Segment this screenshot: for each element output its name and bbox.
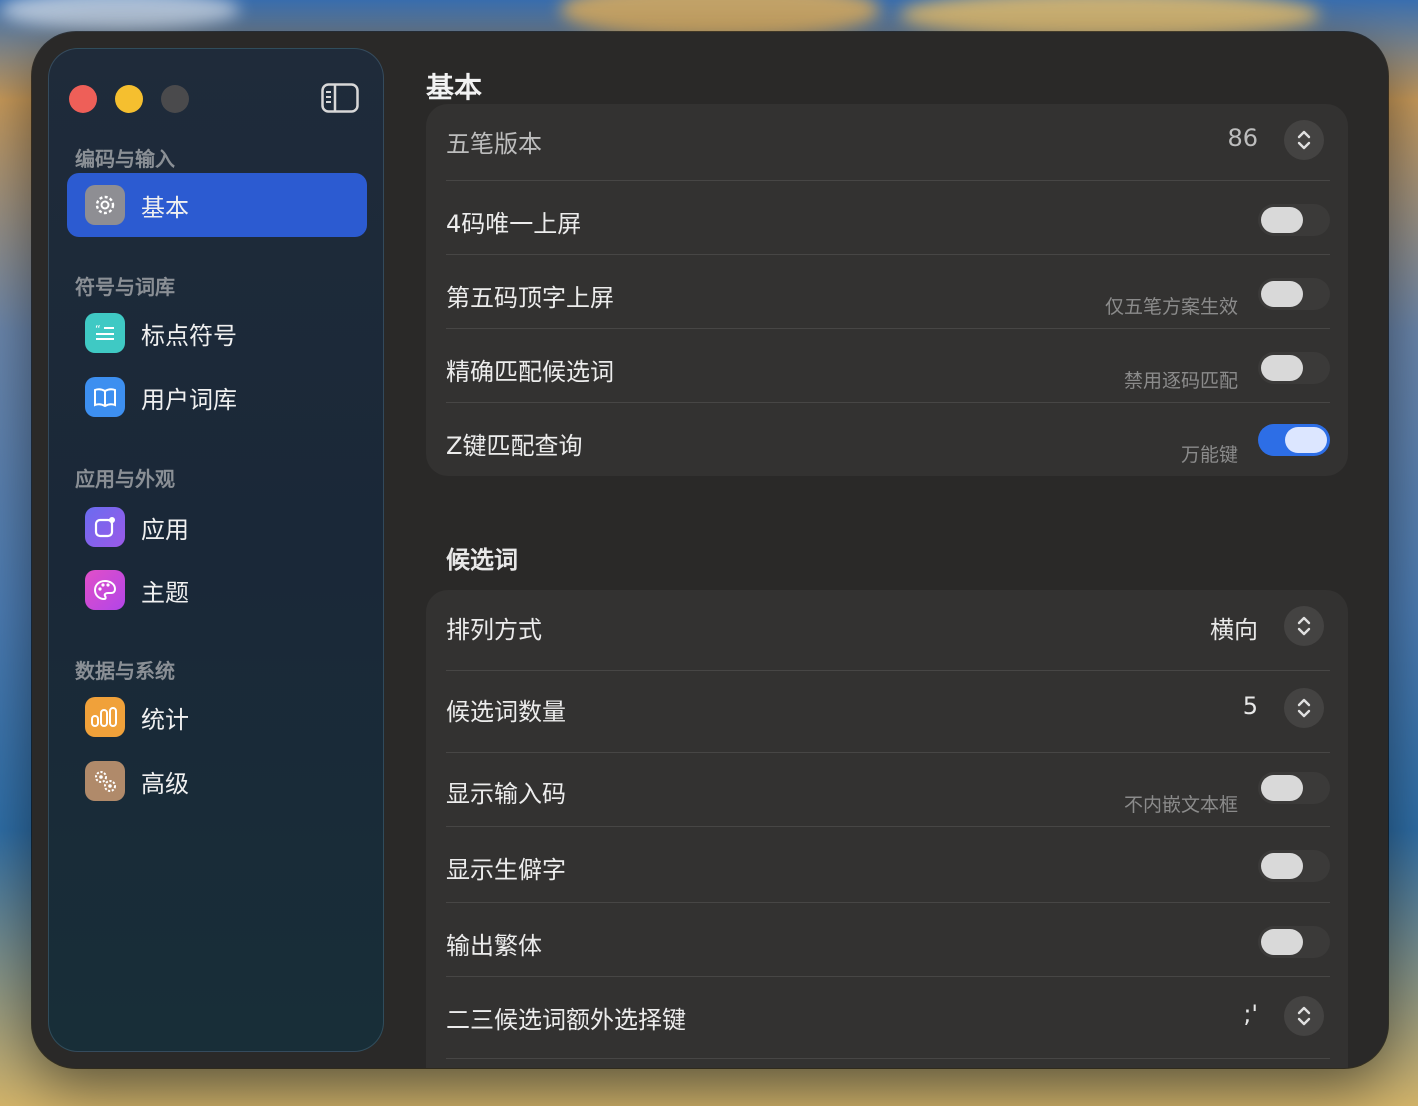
sidebar-item-label: 基本	[141, 193, 189, 222]
setting-row-exact-match: 精确匹配候选词 禁用逐码匹配	[446, 350, 1330, 394]
sidebar-item-punctuation[interactable]: “ 标点符号	[67, 301, 367, 365]
traditional-toggle[interactable]	[1258, 926, 1330, 958]
setting-value: ;'	[1243, 1000, 1258, 1028]
toggle-knob	[1261, 281, 1303, 307]
sidebar-group-label: 应用与外观	[75, 467, 175, 491]
updown-stepper-icon[interactable]	[1284, 996, 1324, 1036]
setting-row-traditional: 输出繁体	[446, 924, 1330, 964]
setting-label: Z键匹配查询	[446, 432, 583, 460]
setting-label: 候选词数量	[446, 698, 566, 726]
sidebar-item-theme[interactable]: 主题	[67, 558, 367, 622]
setting-value: 横向	[1210, 616, 1258, 644]
gears-icon	[85, 761, 125, 801]
sidebar: 编码与输入 基本 符号与词库 “ 标点符号 用户词库 应用与外观 应用 主题 数…	[48, 48, 384, 1052]
sidebar-item-user-dictionary[interactable]: 用户词库	[67, 365, 367, 429]
setting-label: 五笔版本	[446, 130, 542, 158]
setting-row-z-key: Z键匹配查询 万能键	[446, 424, 1330, 468]
row-divider	[446, 180, 1330, 181]
toggle-knob	[1261, 207, 1303, 233]
bar-chart-icon	[85, 697, 125, 737]
setting-label: 排列方式	[446, 616, 542, 644]
row-divider	[446, 1058, 1330, 1059]
sidebar-item-label: 高级	[141, 769, 189, 798]
updown-stepper-icon[interactable]	[1284, 688, 1324, 728]
setting-label: 4码唯一上屏	[446, 210, 582, 238]
setting-row-fifth-code: 第五码顶字上屏 仅五笔方案生效	[446, 276, 1330, 320]
book-icon	[85, 377, 125, 417]
row-divider	[446, 752, 1330, 753]
setting-row-show-code: 显示输入码 不内嵌文本框	[446, 772, 1330, 816]
setting-value: 5	[1242, 692, 1258, 720]
sidebar-item-basic[interactable]: 基本	[67, 173, 367, 237]
updown-stepper-icon[interactable]	[1284, 120, 1324, 160]
sidebar-item-statistics[interactable]: 统计	[67, 685, 367, 749]
sidebar-toggle-icon[interactable]	[321, 83, 359, 113]
setting-row-wubi-version: 五笔版本 86	[446, 120, 1330, 160]
sidebar-item-label: 标点符号	[141, 321, 237, 350]
window-zoom-button[interactable]	[161, 85, 189, 113]
gear-icon	[85, 185, 125, 225]
toggle-knob	[1261, 355, 1303, 381]
window-minimize-button[interactable]	[115, 85, 143, 113]
row-divider	[446, 670, 1330, 671]
setting-hint: 禁用逐码匹配	[1123, 370, 1238, 392]
sidebar-group-label: 编码与输入	[75, 147, 175, 171]
toggle-knob	[1261, 775, 1303, 801]
setting-hint: 万能键	[1180, 444, 1238, 466]
setting-label: 精确匹配候选词	[446, 358, 614, 386]
setting-row-extra-select-keys: 二三候选词额外选择键 ;'	[446, 994, 1330, 1036]
row-divider	[446, 976, 1330, 977]
setting-label: 显示生僻字	[446, 856, 566, 884]
palette-icon	[85, 570, 125, 610]
updown-stepper-icon[interactable]	[1284, 606, 1324, 646]
sidebar-item-advanced[interactable]: 高级	[67, 749, 367, 813]
row-divider	[446, 826, 1330, 827]
row-divider	[446, 254, 1330, 255]
toggle-knob	[1285, 427, 1327, 453]
sidebar-item-label: 用户词库	[141, 385, 237, 414]
show-code-toggle[interactable]	[1258, 772, 1330, 804]
setting-row-candidate-count: 候选词数量 5	[446, 688, 1330, 728]
window-close-button[interactable]	[69, 85, 97, 113]
sidebar-item-apps[interactable]: 应用	[67, 495, 367, 559]
sidebar-item-label: 主题	[141, 578, 189, 607]
quote-icon: “	[85, 313, 125, 353]
setting-label: 输出繁体	[446, 932, 542, 960]
four-code-toggle[interactable]	[1258, 204, 1330, 236]
setting-hint: 仅五笔方案生效	[1104, 296, 1238, 318]
settings-card-candidates: 排列方式 横向 候选词数量 5 显示输入码 不内嵌文本框 显示生僻字 输出繁体 …	[426, 590, 1348, 1068]
sidebar-group-label: 符号与词库	[75, 275, 175, 299]
rare-chars-toggle[interactable]	[1258, 850, 1330, 882]
wallpaper-cloud	[0, 0, 240, 30]
settings-window: 编码与输入 基本 符号与词库 “ 标点符号 用户词库 应用与外观 应用 主题 数…	[32, 32, 1388, 1068]
setting-row-rare-chars: 显示生僻字	[446, 848, 1330, 888]
page-title: 基本	[426, 71, 483, 104]
setting-label: 二三候选词额外选择键	[446, 1006, 686, 1034]
setting-value: 86	[1227, 124, 1258, 152]
setting-hint: 不内嵌文本框	[1123, 794, 1238, 816]
setting-label: 显示输入码	[446, 780, 566, 808]
setting-row-four-code-unique: 4码唯一上屏	[446, 202, 1330, 242]
toggle-knob	[1261, 929, 1303, 955]
row-divider	[446, 402, 1330, 403]
exact-match-toggle[interactable]	[1258, 352, 1330, 384]
section-title-candidates: 候选词	[446, 546, 518, 574]
row-divider	[446, 902, 1330, 903]
row-divider	[446, 328, 1330, 329]
setting-row-layout: 排列方式 横向	[446, 606, 1330, 646]
setting-label: 第五码顶字上屏	[446, 284, 614, 312]
sidebar-item-label: 应用	[141, 515, 189, 544]
settings-card-input: 五笔版本 86 4码唯一上屏 第五码顶字上屏 仅五笔方案生效 精确匹配候选词 禁…	[426, 104, 1348, 476]
z-key-toggle[interactable]	[1258, 424, 1330, 456]
toggle-knob	[1261, 853, 1303, 879]
app-icon	[85, 507, 125, 547]
fifth-code-toggle[interactable]	[1258, 278, 1330, 310]
sidebar-group-label: 数据与系统	[75, 659, 175, 683]
sidebar-item-label: 统计	[141, 705, 189, 734]
